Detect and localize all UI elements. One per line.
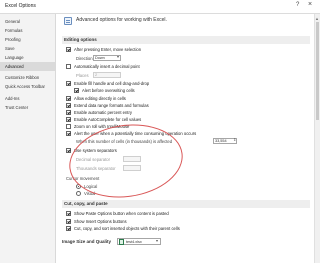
alert-overwrite-checkbox[interactable]	[74, 88, 79, 93]
cut-copy-sort-label: Cut, copy, and sort inserted objects wit…	[74, 226, 180, 231]
direction-value: Down	[95, 56, 105, 60]
fill-handle-label: Enable fill handle and cell drag-and-dro…	[74, 81, 150, 86]
cells-affected-value: 33,554	[215, 139, 227, 143]
auto-percent-label: Enable automatic percent entry	[74, 110, 132, 115]
scrollbar[interactable]: ▲	[314, 14, 320, 263]
scrollbar-thumb[interactable]	[316, 22, 319, 120]
allow-editing-label: Allow editing directly in cells	[74, 96, 126, 101]
alert-overwrite-label: Alert before overwriting cells	[82, 88, 135, 93]
zoom-intellimouse-checkbox[interactable]	[66, 124, 71, 129]
sidebar-item-language[interactable]: Language	[0, 53, 55, 62]
title-bar: Excel Options ? ×	[0, 0, 320, 14]
alert-time-checkbox[interactable]	[66, 131, 71, 136]
extend-formats-checkbox[interactable]	[66, 103, 71, 108]
page-title: Advanced options for working with Excel.	[76, 17, 167, 23]
page-header: Advanced options for working with Excel.	[62, 15, 313, 29]
sidebar-item-proofing[interactable]: Proofing	[0, 35, 55, 44]
sidebar-item-formulas[interactable]: Formulas	[0, 26, 55, 35]
cells-affected-stepper[interactable]: 33,554 ⇕	[213, 138, 237, 144]
allow-editing-checkbox[interactable]	[66, 96, 71, 101]
cut-copy-sort-checkbox[interactable]	[66, 226, 71, 231]
show-paste-options-checkbox[interactable]	[66, 211, 71, 216]
decimal-point-label: Automatically insert a decimal point	[74, 64, 140, 69]
visual-radio[interactable]	[76, 191, 81, 196]
decimal-point-checkbox[interactable]	[66, 64, 71, 69]
direction-select[interactable]: Down ▾	[93, 55, 121, 61]
direction-label: Direction	[76, 56, 93, 61]
section-title: Cut, copy, and paste	[64, 201, 108, 206]
sidebar-item-advanced[interactable]: Advanced	[0, 62, 55, 71]
auto-percent-checkbox[interactable]	[66, 110, 71, 115]
section-title: Editing options	[64, 37, 97, 42]
fill-handle-checkbox[interactable]	[66, 81, 71, 86]
sidebar-item-save[interactable]: Save	[0, 44, 55, 53]
autocomplete-checkbox[interactable]	[66, 117, 71, 122]
sidebar-item-add-ins[interactable]: Add-Ins	[0, 94, 55, 103]
after-enter-label: After pressing Enter, move selection	[74, 47, 142, 52]
spin-icon[interactable]: ⇕	[233, 138, 236, 142]
chevron-down-icon: ▾	[156, 238, 159, 243]
sidebar-item-quick-access-toolbar[interactable]: Quick Access Toolbar	[0, 82, 55, 91]
scroll-up-icon[interactable]: ▲	[315, 16, 319, 21]
image-size-section-title: Image Size and Quality	[62, 239, 112, 244]
extend-formats-label: Extend data range formats and formulas	[74, 103, 149, 108]
autocomplete-label: Enable AutoComplete for cell values	[74, 117, 142, 122]
show-insert-options-label: Show Insert Options buttons	[74, 219, 127, 224]
excel-file-icon	[119, 239, 124, 245]
places-label: Places	[76, 73, 89, 78]
sidebar-item-customize-ribbon[interactable]: Customize Ribbon	[0, 73, 55, 82]
sidebar: General Formulas Proofing Save Language …	[0, 14, 56, 263]
workbook-name: test4.xlsx	[126, 240, 142, 244]
options-icon	[64, 17, 72, 25]
places-value: 2	[95, 73, 98, 77]
use-separators-checkbox[interactable]	[66, 148, 71, 153]
section-editing-options: Editing options	[62, 36, 310, 44]
after-enter-checkbox[interactable]	[66, 47, 71, 52]
chevron-down-icon: ▾	[117, 54, 120, 59]
close-icon[interactable]: ×	[308, 1, 312, 8]
sidebar-item-general[interactable]: General	[0, 17, 55, 26]
places-stepper[interactable]: 2	[93, 72, 121, 78]
workbook-select[interactable]: test4.xlsx ▾	[117, 238, 161, 245]
window-title: Excel Options	[5, 3, 36, 9]
sidebar-item-trust-center[interactable]: Trust Center	[0, 103, 55, 112]
help-icon[interactable]: ?	[296, 2, 299, 8]
show-insert-options-checkbox[interactable]	[66, 219, 71, 224]
section-cut-copy-paste: Cut, copy, and paste	[62, 200, 310, 208]
show-paste-options-label: Show Paste Options button when content i…	[74, 211, 169, 216]
